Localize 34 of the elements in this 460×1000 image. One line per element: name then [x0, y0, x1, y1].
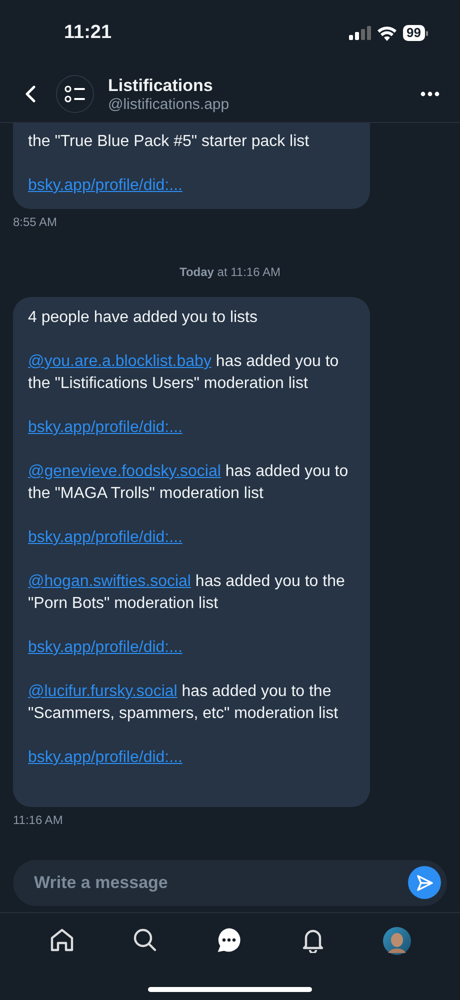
- chat-icon: [216, 927, 242, 953]
- message-text: the "True Blue Pack #5" starter pack list: [28, 132, 310, 152]
- mention-link[interactable]: @you.are.a.blocklist.baby: [28, 353, 212, 370]
- message-text: @hogan.swifties.social has added you to the "Porn Bots" moderation list: [28, 572, 346, 614]
- profile-link[interactable]: bsky.app/profile/did:...: [28, 749, 182, 766]
- profile-link[interactable]: bsky.app/profile/did:...: [28, 639, 182, 656]
- profile-avatar-button[interactable]: [381, 925, 414, 957]
- more-icon: [420, 91, 440, 97]
- date-divider: Today at 11:16 AM: [180, 265, 280, 279]
- profile-link[interactable]: bsky.app/profile/did:...: [28, 177, 182, 194]
- profile-link[interactable]: bsky.app/profile/did:...: [28, 529, 182, 546]
- send-icon: [416, 874, 434, 892]
- battery-icon: 99: [402, 25, 428, 41]
- message-text: @lucifur.fursky.social has added you to the "Scammers, spammers, etc" moderation list: [28, 682, 340, 724]
- search-icon: [132, 927, 158, 953]
- message-text: @you.are.a.blocklist.baby has added you to the "Listifications Users" moderation list: [28, 352, 340, 394]
- chat-handle: @listifications.app: [108, 96, 230, 112]
- mention-link[interactable]: @lucifur.fursky.social: [28, 683, 178, 700]
- list-avatar-icon: [56, 75, 94, 113]
- signal-icon: [348, 26, 371, 40]
- message-field[interactable]: Write a message: [13, 860, 447, 906]
- back-icon: [24, 84, 38, 104]
- home-icon: [48, 927, 75, 953]
- mention-link[interactable]: @genevieve.foodsky.social: [28, 463, 221, 480]
- message-text: 4 people have added you to lists: [28, 308, 258, 328]
- message-text: @genevieve.foodsky.social has added you to the "MAGA Trolls" moderation list: [28, 462, 350, 504]
- mention-link[interactable]: @hogan.swifties.social: [28, 573, 191, 590]
- profile-link[interactable]: bsky.app/profile/did:...: [28, 419, 182, 436]
- wifi-icon: [376, 26, 397, 40]
- avatar-icon: [383, 927, 412, 955]
- chat-title: Listifications: [108, 76, 214, 96]
- clock-time: 11:21: [64, 22, 112, 44]
- message-time: 8:55 AM: [13, 215, 58, 229]
- message-time: 11:16 AM: [13, 813, 64, 827]
